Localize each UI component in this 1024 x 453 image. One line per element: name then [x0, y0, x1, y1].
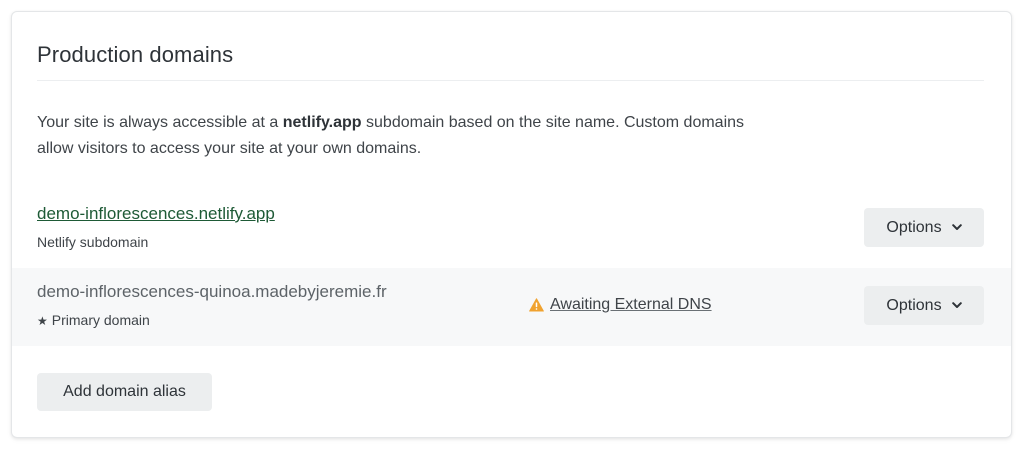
- warning-triangle-icon: [529, 298, 544, 312]
- domain-subtitle: ★ Primary domain: [37, 312, 150, 328]
- description-prefix: Your site is always accessible at a: [37, 114, 283, 131]
- dns-status-text: Awaiting External DNS: [550, 296, 712, 313]
- primary-domain-label: Primary domain: [51, 312, 150, 328]
- star-icon: ★: [37, 314, 48, 328]
- section-title: Production domains: [37, 42, 234, 67]
- options-label: Options: [886, 218, 942, 236]
- domain-subtitle: Netlify subdomain: [37, 234, 149, 250]
- dns-status-link[interactable]: Awaiting External DNS: [529, 296, 712, 314]
- domain-row-netlify-subdomain: demo-inflorescences.netlify.app Netlify …: [12, 190, 1011, 268]
- chevron-down-icon: [951, 302, 962, 308]
- options-label: Options: [886, 296, 942, 314]
- options-button[interactable]: Options: [864, 208, 984, 247]
- domain-link[interactable]: demo-inflorescences.netlify.app: [37, 204, 275, 224]
- add-domain-alias-button[interactable]: Add domain alias: [37, 373, 212, 411]
- add-alias-label: Add domain alias: [63, 383, 186, 400]
- options-button[interactable]: Options: [864, 286, 984, 325]
- description-strong: netlify.app: [282, 114, 362, 131]
- chevron-down-icon: [951, 224, 962, 230]
- title-divider: [37, 80, 984, 81]
- domain-name: demo-inflorescences-quinoa.madebyjeremie…: [37, 282, 387, 301]
- production-domains-card: Production domains Your site is always a…: [11, 11, 1012, 438]
- section-description: Your site is always accessible at a netl…: [37, 110, 757, 162]
- domain-row-primary-domain: demo-inflorescences-quinoa.madebyjeremie…: [12, 268, 1011, 346]
